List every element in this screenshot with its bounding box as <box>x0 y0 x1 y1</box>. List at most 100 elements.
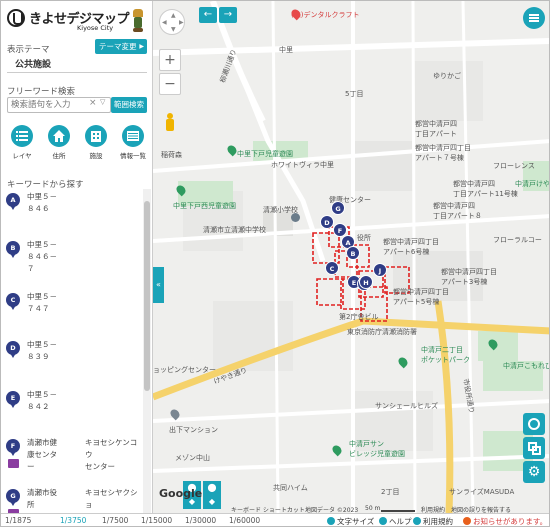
info-list-icon <box>122 125 144 147</box>
marker-pin-icon: D <box>6 341 20 358</box>
list-item[interactable]: D 中里５－ ８３９ <box>5 339 143 383</box>
freeword-label: フリーワード検索 <box>7 87 76 97</box>
marker-pin-icon: B <box>6 241 20 258</box>
walk-tool-icon[interactable]: ⬤ ◆ <box>203 481 221 509</box>
map-canvas[interactable]: (株)デンタルクラフト 中里 ゆりかご 5丁目 柳瀬川通り 都営中清戸四 丁目ア… <box>153 1 550 513</box>
layers-icon[interactable] <box>523 437 545 459</box>
theme-value: 公共施設 <box>15 60 52 70</box>
chevron-down-icon[interactable]: ▽ <box>100 98 105 106</box>
app-window: きよせデジマップ Kiyose City 表示テーマ テーマ変更 公共施設 フリ… <box>0 0 550 527</box>
forward-arrow-icon[interactable]: → <box>219 7 237 23</box>
map-label: 2丁目 <box>381 488 400 496</box>
list-item[interactable]: C 中里５－ ７４７ <box>5 291 143 335</box>
list-item-text: 中里５－ ８４２ <box>27 390 57 411</box>
map-marker[interactable]: D <box>320 215 334 229</box>
map-label: フローラルコー <box>493 236 542 244</box>
layer-button[interactable]: レイヤ <box>5 125 39 163</box>
map-marker[interactable]: H <box>359 275 373 289</box>
app-subtitle: Kiyose City <box>77 24 114 32</box>
gear-icon[interactable]: ⚙ <box>523 461 545 483</box>
map-data-attribution: 地図データ ©2023 <box>305 507 359 513</box>
app-logo[interactable]: きよせデジマップ Kiyose City <box>7 7 147 33</box>
map-label: 中清戸二丁目 ポケットパーク <box>421 346 470 364</box>
info-list-button[interactable]: 情報一覧 <box>116 125 150 163</box>
map-label: 都営中清戸四 丁目アパート８ <box>433 202 482 220</box>
map-label: メゾン中山 <box>175 454 210 462</box>
locate-icon[interactable] <box>523 413 545 435</box>
collapse-sidebar-button[interactable]: « <box>153 267 164 303</box>
facility-button[interactable]: 施設 <box>79 125 113 163</box>
map-marker[interactable]: C <box>325 261 339 275</box>
theme-label: 表示テーマ <box>7 45 50 55</box>
list-item-reading: キヨセシヤクショ <box>85 488 138 509</box>
list-item-text: 中里５－ ７４７ <box>27 292 57 313</box>
list-item[interactable]: B 中里５－ ８４６－ ７ <box>5 239 143 289</box>
map-label: 稲荷森 <box>161 151 182 159</box>
house-icon <box>48 125 70 147</box>
zoom-out-button[interactable]: − <box>159 73 181 95</box>
map-marker[interactable]: J <box>373 263 387 277</box>
map-marker[interactable]: G <box>331 201 345 215</box>
address-button[interactable]: 住所 <box>42 125 76 163</box>
tool-bar: レイヤ 住所 施設 情報一覧 <box>5 125 151 165</box>
school-pin-icon[interactable] <box>291 213 300 222</box>
scale-option[interactable]: 1/60000 <box>229 516 260 525</box>
keyboard-shortcuts-link[interactable]: キーボード ショートカット <box>231 505 305 513</box>
clear-icon[interactable]: × <box>89 98 97 108</box>
scale-option[interactable]: 1/7500 <box>102 516 128 525</box>
list-item-text: 清瀬市健 康センタ ー <box>27 438 57 471</box>
scale-option[interactable]: 1/30000 <box>185 516 216 525</box>
map-label: 都営中清戸四 丁目アパート11号棟 <box>453 180 518 198</box>
map-label: 第2庁舎ビル <box>339 313 379 321</box>
list-item-text: 清瀬市役 所 <box>27 488 57 509</box>
map-label: 共同ハイム <box>273 484 308 492</box>
map-label: ホワイトヴィラ中里 <box>271 161 334 169</box>
map-terms-link[interactable]: 利用規約 <box>421 505 445 513</box>
scale-option-active[interactable]: 1/3750 <box>60 516 86 525</box>
tool-label: 情報一覧 <box>120 152 146 160</box>
list-item[interactable]: F 清瀬市健 康センタ ー キヨセシケンコウ センター <box>5 437 143 483</box>
map-label: 中里 <box>279 46 293 54</box>
facility-icon <box>8 459 19 468</box>
text-size-link[interactable]: 文字サイズ <box>327 516 374 526</box>
tool-label: レイヤ <box>12 152 32 160</box>
scrollbar-thumb[interactable] <box>144 201 150 391</box>
street-view-icon[interactable] <box>165 113 175 133</box>
terms-link[interactable]: 利用規約 <box>413 516 453 526</box>
map-label: 中清戸けや <box>515 180 550 188</box>
list-item-text: 中里５－ ８４６ <box>27 192 57 213</box>
notice-link[interactable]: お知らせがあります。 <box>463 516 547 526</box>
map-label: 都営中清戸四丁目 アパート７号棟 <box>415 144 471 162</box>
help-icon <box>379 517 387 525</box>
layer-list-icon <box>11 125 33 147</box>
tool-label: 施設 <box>89 152 103 160</box>
scale-option[interactable]: 1/1875 <box>5 516 31 525</box>
help-link[interactable]: ヘルプ <box>379 516 412 526</box>
range-search-button[interactable]: 範囲検索 <box>111 97 147 113</box>
mascot-icon <box>131 9 145 33</box>
list-item-text: 中里５－ ８３９ <box>27 340 57 361</box>
theme-change-button[interactable]: テーマ変更 <box>95 39 147 54</box>
map-label: 中清戸サン ビレッジ児童遊園 <box>349 440 405 458</box>
report-error-link[interactable]: 地図の誤りを報告する <box>451 505 511 513</box>
zoom-in-button[interactable]: + <box>159 49 181 71</box>
sidebar: きよせデジマップ Kiyose City 表示テーマ テーマ変更 公共施設 フリ… <box>1 1 153 513</box>
map-label: 都営中清戸四 丁目アパート <box>415 120 457 138</box>
map-label: 東京消防庁清瀬消防署 <box>347 328 417 336</box>
map-marker[interactable]: B <box>346 246 360 260</box>
notice-icon <box>463 517 471 525</box>
list-item[interactable]: E 中里５－ ８４２ <box>5 389 143 433</box>
scale-option[interactable]: 1/15000 <box>141 516 172 525</box>
menu-button[interactable] <box>523 7 545 29</box>
map-scale-text: 50 m <box>365 505 381 512</box>
compass-control[interactable]: ▲ ▼ ◀ ▶ <box>159 9 185 35</box>
map-scale-bar <box>381 510 415 512</box>
back-arrow-icon[interactable]: ← <box>199 7 217 23</box>
text-size-icon <box>327 517 335 525</box>
list-item[interactable]: A 中里５－ ８４６ <box>5 191 143 235</box>
marker-pin-icon: E <box>6 391 20 408</box>
list-item[interactable]: G 清瀬市役 所 キヨセシヤクショ <box>5 487 143 513</box>
map-label: ョッピングセンター <box>153 366 216 374</box>
marker-pin-icon: G <box>6 489 20 506</box>
map-label: (株)デンタルクラフト <box>291 11 360 19</box>
